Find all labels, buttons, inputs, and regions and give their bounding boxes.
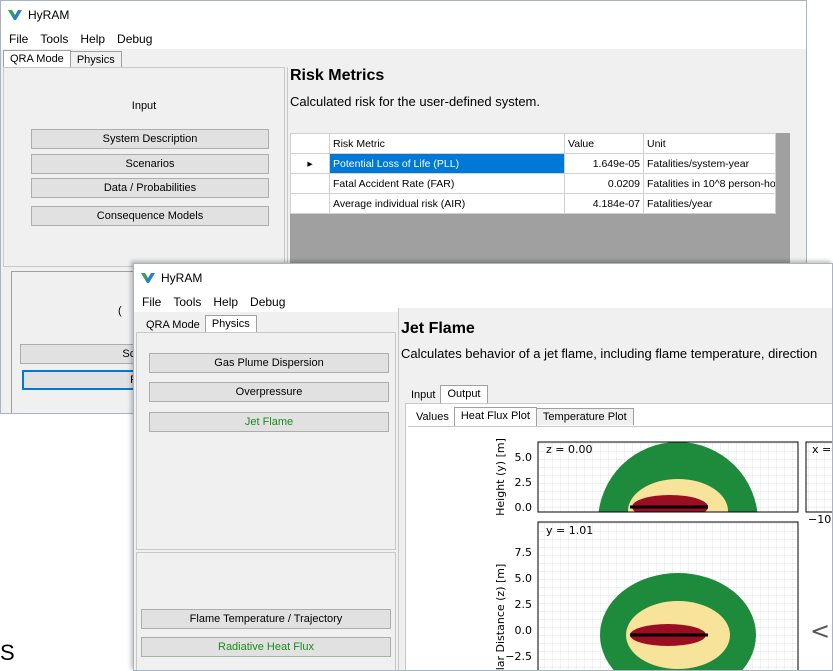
cell-metric[interactable]: Average individual risk (AIR) — [329, 193, 565, 214]
io-tabs: Input Output — [405, 384, 488, 404]
menu-tools[interactable]: Tools — [40, 32, 68, 46]
cell-metric[interactable]: Potential Loss of Life (PLL) — [329, 153, 565, 174]
overpressure-button[interactable]: Overpressure — [149, 382, 389, 402]
col-header-value[interactable]: Value — [564, 133, 644, 154]
radiative-heat-flux-button[interactable]: Radiative Heat Flux — [141, 637, 391, 657]
input-panel: Input System Description Scenarios Data … — [3, 67, 285, 267]
chevron-left-icon: < — [810, 617, 830, 645]
menu-help[interactable]: Help — [213, 295, 238, 309]
menu-tools[interactable]: Tools — [173, 295, 201, 309]
top-y-axis-label: Height (y) [m] — [494, 438, 507, 516]
menu-file[interactable]: File — [9, 32, 28, 46]
risk-metrics-grid: Risk Metric Value Unit ▸ Potential Loss … — [290, 133, 790, 265]
tab-physics[interactable]: Physics — [69, 51, 122, 68]
top-right-subplot-label: x = — [812, 443, 831, 456]
y-tick-label: 7.5 — [515, 546, 533, 559]
page-subtitle: Calculates behavior of a jet flame, incl… — [401, 346, 818, 361]
y-tick-label: 5.0 — [515, 572, 533, 585]
jet-flame-button[interactable]: Jet Flame — [149, 412, 389, 432]
tab-qra-mode[interactable]: QRA Mode — [140, 317, 206, 333]
menu-debug[interactable]: Debug — [250, 295, 285, 309]
heat-flux-plot: z = 0.00 x = 5.0 2.5 0.0 Height (y) [m] … — [408, 426, 832, 671]
output-subtabs: Values Heat Flux Plot Temperature Plot — [410, 406, 634, 426]
output-header-fragment: ( — [118, 305, 122, 317]
scenarios-button[interactable]: Scenarios — [31, 154, 269, 174]
tab-input[interactable]: Input — [405, 387, 441, 403]
cell-unit[interactable]: Fatalities/system-year — [643, 153, 776, 174]
cell-unit[interactable]: Fatalities in 10^8 person-ho... — [643, 173, 776, 194]
y-tick-label: 2.5 — [515, 598, 533, 611]
top-subplot-label: z = 0.00 — [546, 443, 592, 456]
page-title: Risk Metrics — [290, 67, 385, 84]
row-selector-arrow: ▸ — [290, 153, 330, 174]
bottom-subplot-label: y = 1.01 — [546, 524, 593, 537]
y-tick-label: 0.0 — [515, 624, 533, 637]
window-title: HyRAM — [161, 271, 203, 285]
flame-temperature-trajectory-button[interactable]: Flame Temperature / Trajectory — [141, 609, 391, 629]
jet-flame-panel: Jet Flame Calculates behavior of a jet f… — [398, 308, 832, 671]
y-tick-label: 2.5 — [515, 476, 533, 489]
table-row[interactable]: Fatal Accident Rate (FAR) 0.0209 Fatalit… — [290, 173, 776, 194]
input-header: Input — [131, 100, 157, 112]
col-header-risk-metric[interactable]: Risk Metric — [329, 133, 565, 154]
hyram-logo-icon — [141, 273, 155, 283]
cell-unit[interactable]: Fatalities/year — [643, 193, 776, 214]
mode-tabs: QRA Mode Physics — [140, 314, 257, 334]
table-row[interactable]: ▸ Potential Loss of Life (PLL) 1.649e-05… — [290, 153, 776, 174]
system-description-button[interactable]: System Description — [31, 129, 269, 149]
y-tick-label: 5.0 — [515, 451, 533, 464]
hyram-window-physics: HyRAM File Tools Help Debug QRA Mode Phy… — [133, 263, 833, 671]
cell-metric[interactable]: Fatal Accident Rate (FAR) — [329, 173, 565, 194]
consequence-models-button[interactable]: Consequence Models — [31, 206, 269, 226]
page-subtitle: Calculated risk for the user-defined sys… — [290, 94, 540, 109]
edge-text-fragment: S — [0, 640, 15, 665]
page-title: Jet Flame — [401, 320, 475, 337]
menu-file[interactable]: File — [142, 295, 161, 309]
menu-help[interactable]: Help — [80, 32, 105, 46]
heat-flux-plot-svg: z = 0.00 x = 5.0 2.5 0.0 Height (y) [m] … — [494, 438, 832, 671]
title-bar: HyRAM — [134, 264, 832, 292]
x-tick-label: −10 — [808, 513, 831, 526]
y-tick-label: 0.0 — [515, 501, 533, 514]
title-bar: HyRAM — [1, 1, 806, 29]
bottom-y-axis-label: lar Distance (z) [m] — [494, 564, 507, 671]
tab-temperature-plot[interactable]: Temperature Plot — [535, 408, 634, 425]
window-title: HyRAM — [28, 8, 70, 22]
data-probabilities-button[interactable]: Data / Probabilities — [31, 178, 269, 198]
tab-output[interactable]: Output — [440, 385, 488, 404]
hyram-logo-icon — [8, 10, 22, 20]
row-selector — [290, 173, 330, 194]
physics-input-panel: Gas Plume Dispersion Overpressure Jet Fl… — [136, 332, 396, 550]
physics-output-panel: Flame Temperature / Trajectory Radiative… — [136, 552, 396, 670]
cell-value[interactable]: 4.184e-07 — [564, 193, 644, 214]
menu-debug[interactable]: Debug — [117, 32, 152, 46]
mode-tabs: QRA Mode Physics — [3, 49, 122, 69]
tab-values[interactable]: Values — [410, 409, 455, 425]
cell-value[interactable]: 0.0209 — [564, 173, 644, 194]
menu-bar: File Tools Help Debug — [1, 29, 806, 49]
gas-plume-dispersion-button[interactable]: Gas Plume Dispersion — [149, 353, 389, 373]
row-selector — [290, 193, 330, 214]
cell-value[interactable]: 1.649e-05 — [564, 153, 644, 174]
col-header-unit[interactable]: Unit — [643, 133, 776, 154]
table-row[interactable]: Average individual risk (AIR) 4.184e-07 … — [290, 193, 776, 214]
row-header-corner — [290, 133, 330, 154]
tab-heat-flux-plot[interactable]: Heat Flux Plot — [453, 407, 537, 426]
y-tick-label: −2.5 — [505, 650, 532, 663]
output-tab-page: Values Heat Flux Plot Temperature Plot z… — [405, 403, 832, 671]
